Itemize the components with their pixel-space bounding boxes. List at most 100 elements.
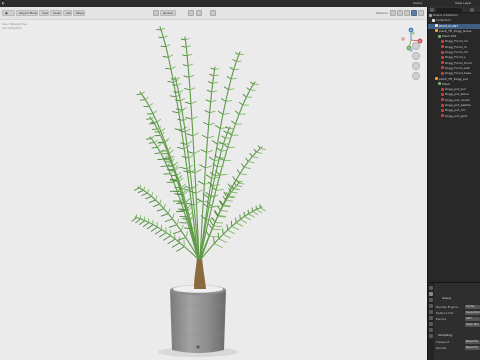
outliner-row-label: Zogg_Frond_s [445,55,466,60]
leaflet [146,224,154,230]
leaflet [134,187,141,191]
blender-logo-icon[interactable]: ◐ [2,1,5,5]
leaflet [148,199,157,203]
leaflet [207,81,214,84]
leaflet [193,150,201,155]
leaflet [238,182,245,185]
property-field[interactable]: Noise Thr [465,339,480,344]
leaflet [155,195,158,201]
leaflet [178,90,184,93]
filter-icon[interactable] [470,8,474,12]
object-type-icon [441,55,444,59]
leaflet [163,203,166,210]
leaflet [159,232,167,238]
properties-tabs [428,283,434,360]
outliner-row-label: Mesh.001 [442,34,457,39]
leaflet [164,218,173,222]
outliner-search-input[interactable] [436,8,462,12]
leaflet [212,225,222,228]
leaflet [180,209,189,212]
leaflet [148,103,153,107]
palm-plant-model[interactable] [0,7,427,360]
leaflet [160,128,166,133]
leaflet [259,207,266,212]
leaflet [221,135,226,139]
leaflet [239,218,248,224]
leaflet [152,110,157,115]
leaflet [194,169,202,174]
leaflet [228,88,235,91]
leaflet [144,96,149,101]
leaflet [205,99,212,103]
3d-viewport[interactable]: ▣ Object Mode View Select Add Object Glo… [0,7,427,360]
property-field[interactable]: Noise Thr [465,345,480,350]
leaflet [184,38,190,41]
leaflet [192,132,199,137]
render-tab-icon[interactable] [429,292,433,296]
leaflet [167,80,174,83]
leaflet [170,66,176,70]
outliner-tree: Scene Collection Collection PALM_PLANT plan… [428,13,480,119]
view-layer-tab-icon[interactable] [429,304,433,308]
leaflet [220,210,229,212]
leaflet [177,237,187,241]
leaflet [210,100,217,103]
leaflet [207,135,214,139]
property-label: Render [436,346,447,350]
leaflet [182,64,189,67]
outliner-row[interactable]: Zogg_pot_gold [428,114,480,119]
leaflet [176,246,185,252]
output-tab-icon[interactable] [429,298,433,302]
leaflet [211,140,218,145]
leaflet [185,45,191,48]
leaflet [223,130,228,134]
leaflet [174,99,181,102]
object-tab-icon[interactable] [429,322,433,326]
leaflet [175,93,182,98]
leaflet [163,35,168,39]
leaflet [253,148,257,153]
outliner-display-icon[interactable] [430,8,434,12]
object-type-icon [435,24,438,28]
outliner-row-label: Zogg_pot_soil [445,87,466,92]
leaflet [151,192,154,197]
leaflet [183,117,189,121]
leaflet [226,224,228,231]
material-tab-icon[interactable] [429,334,433,338]
scene-selector[interactable]: Scene [413,1,422,5]
scene-tab-icon[interactable] [429,310,433,314]
leaflet [212,81,218,84]
world-tab-icon[interactable] [429,316,433,320]
leaflet [233,188,240,191]
leaflet [177,146,185,150]
outliner-row-label: Mesh [442,81,450,86]
leaflet [195,189,203,194]
leaflet [199,164,206,169]
leaflet [217,110,224,115]
leaflet [245,157,249,163]
leaflet [179,166,188,170]
view-layer-selector[interactable]: View Layer [455,1,471,5]
leaflet [229,67,235,71]
leaflet [213,243,223,248]
leaflet [243,215,251,221]
property-field[interactable]: Open Sha [465,322,480,327]
leaflet [252,210,259,216]
object-type-icon [441,92,444,96]
leaflet [178,130,186,133]
leaflet [238,101,244,106]
object-type-icon [435,29,438,33]
property-field[interactable]: Cycles [465,304,480,309]
object-type-icon [441,61,444,65]
pot [170,290,226,353]
property-field[interactable]: Supported [465,310,480,315]
outliner-row-label: Collection [436,18,451,23]
leaflet [135,218,142,224]
leaflet [208,122,215,126]
leaflet [178,201,186,203]
tool-tab-icon[interactable] [429,286,433,290]
modifier-tab-icon[interactable] [429,328,433,332]
property-field[interactable]: GPU [465,316,480,321]
leaflet [160,27,165,31]
leaflet [154,152,162,154]
